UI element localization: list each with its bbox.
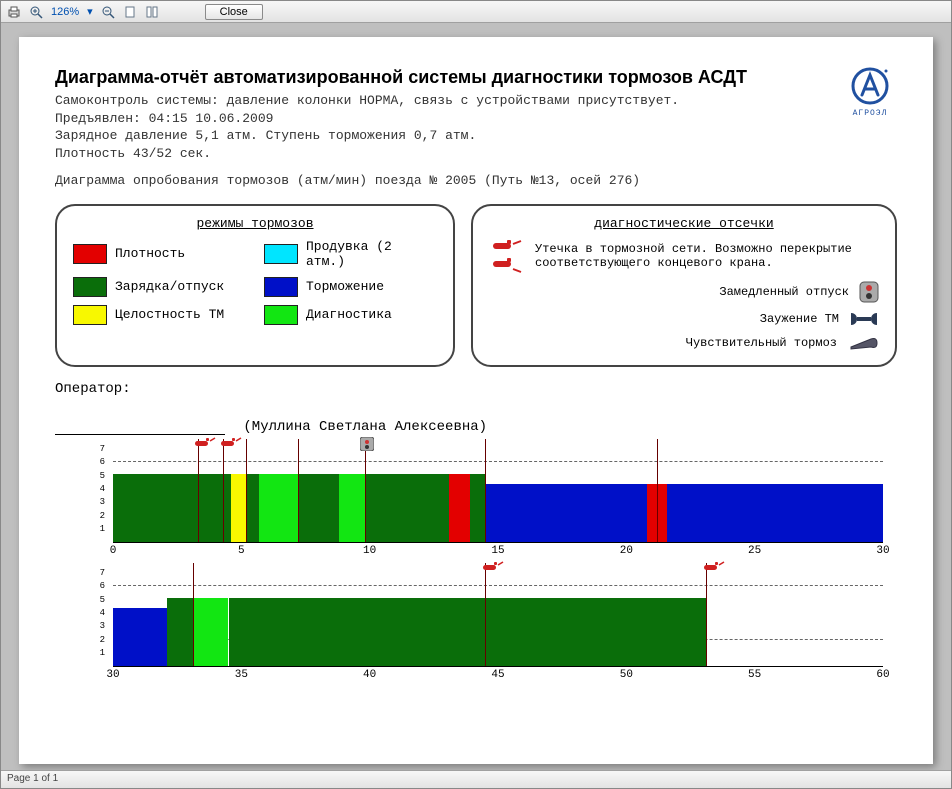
chart-segment (365, 474, 450, 542)
diagram-caption: Диаграмма опробования тормозов (атм/мин)… (55, 172, 897, 190)
chart-top: 1234567051015202530 (85, 441, 887, 561)
signature-line (55, 434, 225, 435)
operator-name: (Муллина Светлана Алексеевна) (243, 419, 487, 435)
zoom-value: 126% (49, 6, 81, 18)
legend-label: Зарядка/отпуск (115, 279, 224, 294)
legend-swatch (73, 244, 107, 264)
chart-segment (167, 598, 193, 666)
diagnostic-panel: диагностические отсечки (471, 204, 897, 367)
legend-label: Диагностика (306, 307, 392, 322)
legend-item: Целостность ТМ (73, 305, 246, 325)
meta-selfcheck: Самоконтроль системы: давление колонки Н… (55, 92, 897, 110)
brand-name: АГРОЭЛ (847, 109, 893, 118)
chart-segment (449, 474, 470, 542)
meta-presented: Предъявлен: 04:15 10.06.2009 (55, 110, 897, 128)
slow-release-label: Замедленный отпуск (489, 285, 849, 299)
diagnostic-title: диагностические отсечки (489, 216, 879, 231)
toolbar: 126% ▾ Close (1, 1, 951, 23)
zoom-out-icon[interactable] (99, 3, 117, 21)
leak-label: Утечка в тормозной сети. Возможно перекр… (535, 242, 879, 270)
legend-swatch (73, 305, 107, 325)
legend-item: Торможение (264, 277, 437, 297)
chart-segment (231, 474, 246, 542)
brand-logo: АГРОЭЛ (847, 63, 893, 118)
legend-label: Плотность (115, 246, 185, 261)
chart-segment (113, 608, 167, 667)
chart-segment (193, 598, 229, 666)
legend-swatch (73, 277, 107, 297)
legend-swatch (264, 305, 298, 325)
legend-item: Плотность (73, 239, 246, 269)
slow-release-marker-icon (360, 437, 374, 451)
legend-swatch (264, 277, 298, 297)
sensitive-brake-icon (847, 335, 879, 351)
chart-segment (259, 474, 298, 542)
legend-title: режимы тормозов (73, 216, 437, 231)
chart-segment (485, 484, 647, 543)
chart-segment (298, 474, 339, 542)
meta-pressure: Зарядное давление 5,1 атм. Ступень тормо… (55, 127, 897, 145)
zoom-in-icon[interactable] (27, 3, 45, 21)
chart-segment (470, 474, 485, 542)
close-button[interactable]: Close (205, 4, 263, 20)
leak-marker-icon (482, 561, 504, 573)
leak-marker-icon (220, 437, 242, 449)
chart-segment (339, 474, 365, 542)
statusbar: Page 1 of 1 (1, 770, 951, 788)
chart-segment (246, 474, 259, 542)
report-page: АГРОЭЛ Диаграмма-отчёт автоматизированно… (19, 37, 933, 764)
legend-item: Зарядка/отпуск (73, 277, 246, 297)
legend-swatch (264, 244, 298, 264)
leak-marker-icon (703, 561, 725, 573)
slow-release-icon (859, 281, 879, 303)
multi-page-icon[interactable] (143, 3, 161, 21)
legend-label: Торможение (306, 279, 384, 294)
chart-segment (667, 484, 883, 543)
chart-bottom: 123456730354045505560 (85, 565, 887, 685)
single-page-icon[interactable] (121, 3, 139, 21)
print-icon[interactable] (5, 3, 23, 21)
narrowing-label: Заужение ТМ (489, 312, 839, 326)
page-indicator: Page 1 of 1 (7, 773, 58, 784)
legend-item: Диагностика (264, 305, 437, 325)
operator-label: Оператор: (55, 381, 897, 397)
preview-window: 126% ▾ Close АГРОЭЛ Диаграмма-отчёт авто… (0, 0, 952, 789)
report-title: Диаграмма-отчёт автоматизированной систе… (55, 67, 897, 88)
leak-marker-icon (194, 437, 216, 449)
preview-area[interactable]: АГРОЭЛ Диаграмма-отчёт автоматизированно… (1, 23, 951, 770)
zoom-dropdown[interactable]: ▾ (85, 5, 95, 18)
legend-panel: режимы тормозов Плотность Продувка (2 атм… (55, 204, 455, 367)
chart-segment (229, 598, 706, 666)
sensitive-label: Чувствительный тормоз (489, 336, 837, 350)
legend-item: Продувка (2 атм.) (264, 239, 437, 269)
leak-icon (489, 239, 525, 273)
legend-label: Целостность ТМ (115, 307, 224, 322)
charts: 1234567051015202530 12345673035404550556… (55, 441, 897, 689)
legend-label: Продувка (2 атм.) (306, 239, 437, 269)
meta-density: Плотность 43/52 сек. (55, 145, 897, 163)
narrowing-icon (849, 311, 879, 327)
chart-segment (113, 474, 231, 542)
